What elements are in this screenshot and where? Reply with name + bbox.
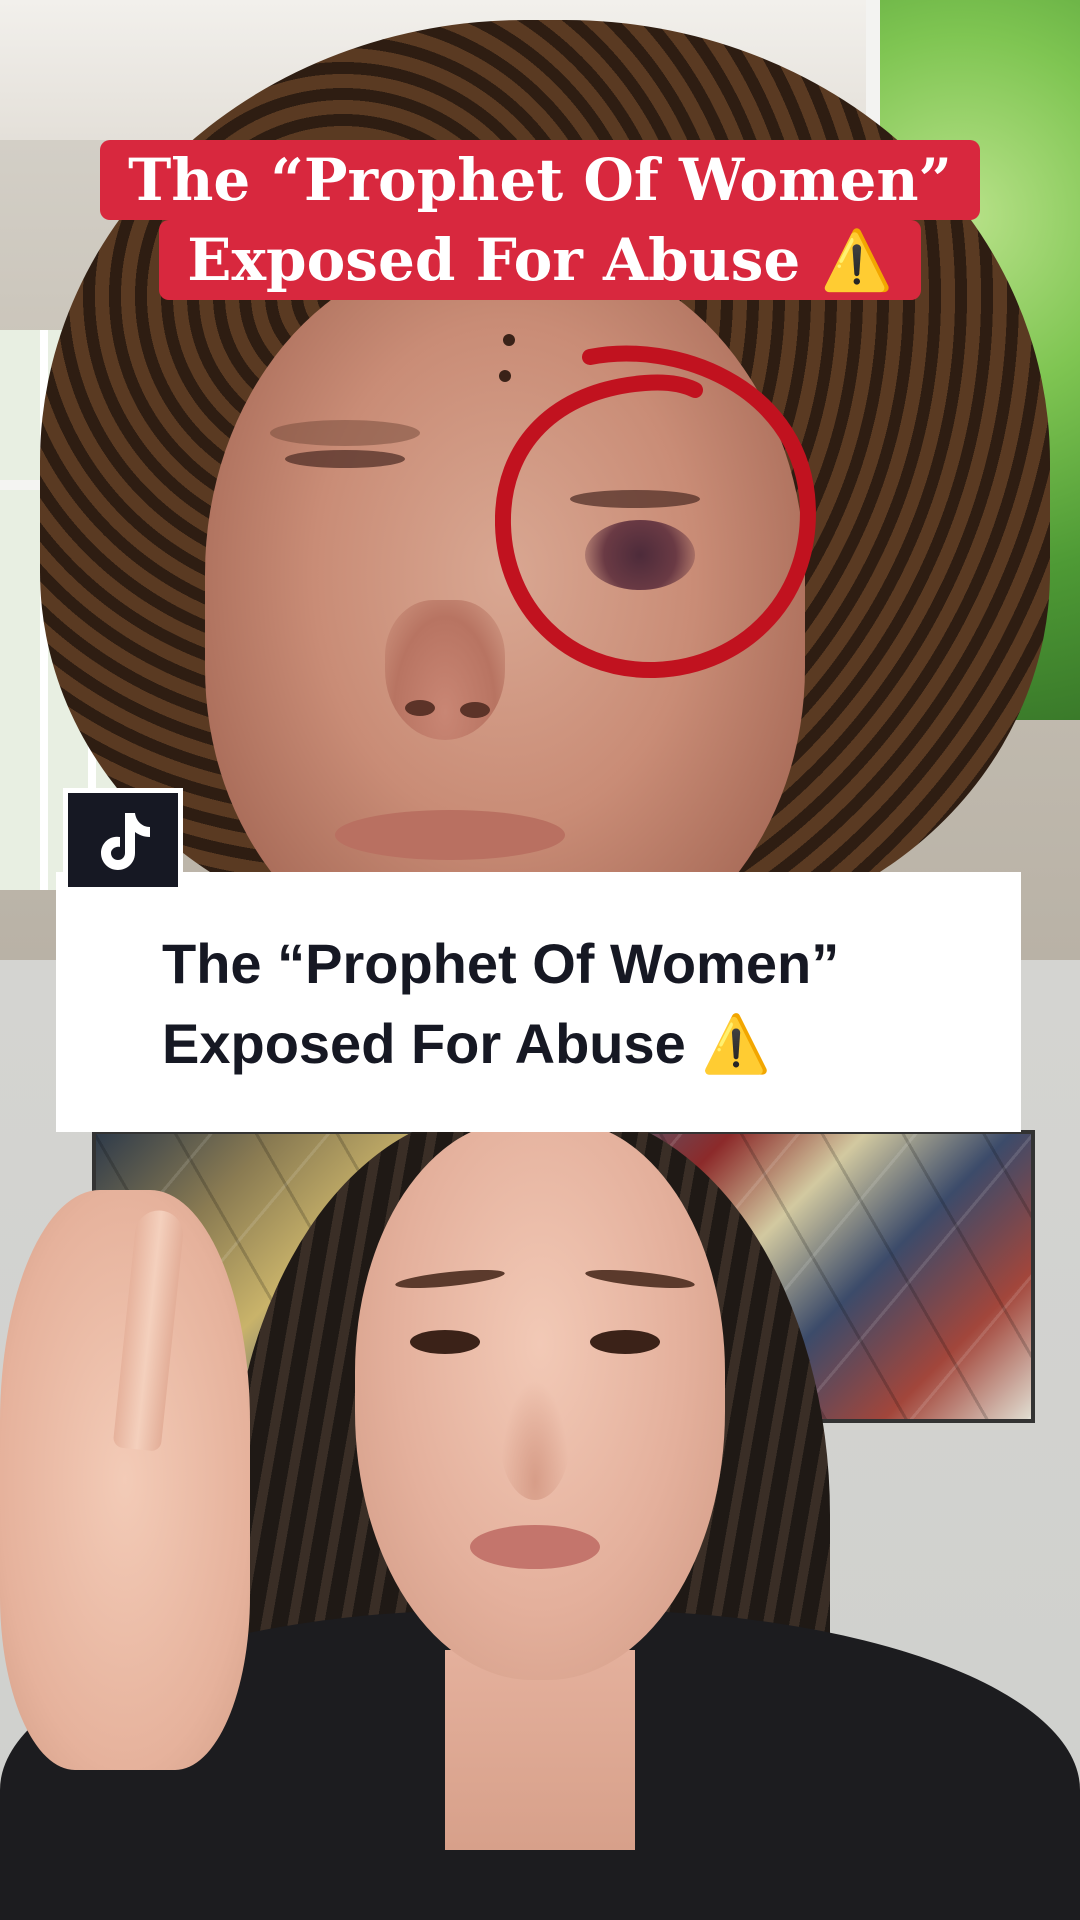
creator-nose [500,1380,570,1500]
left-eye-shadow [270,420,420,446]
creator-neck [445,1650,635,1850]
creator-lips [470,1525,600,1569]
left-eye [285,450,405,468]
creator-eye-right [590,1330,660,1354]
tiktok-badge[interactable] [63,788,183,892]
top-caption-line-1: The “Prophet Of Women” [100,140,980,220]
nostril [460,702,490,718]
nose [385,600,505,740]
stitch-caption-line-1: The “Prophet Of Women” [162,932,840,995]
top-caption: The “Prophet Of Women” Exposed For Abuse… [0,140,1080,300]
pointing-finger [112,1208,186,1452]
creator-eye-left [410,1330,480,1354]
stitch-caption-line-2: Exposed For Abuse ⚠️ [162,1012,772,1075]
video-frame[interactable]: The “Prophet Of Women” Exposed For Abuse… [0,0,1080,1920]
nostril [405,700,435,716]
raised-hand [0,1190,250,1770]
stitch-caption-card: The “Prophet Of Women” Exposed For Abuse… [56,872,1021,1132]
tiktok-logo-icon [101,813,150,870]
lips [335,810,565,860]
top-caption-line-2: Exposed For Abuse ⚠️ [159,220,921,300]
red-circle-annotation [495,345,816,679]
